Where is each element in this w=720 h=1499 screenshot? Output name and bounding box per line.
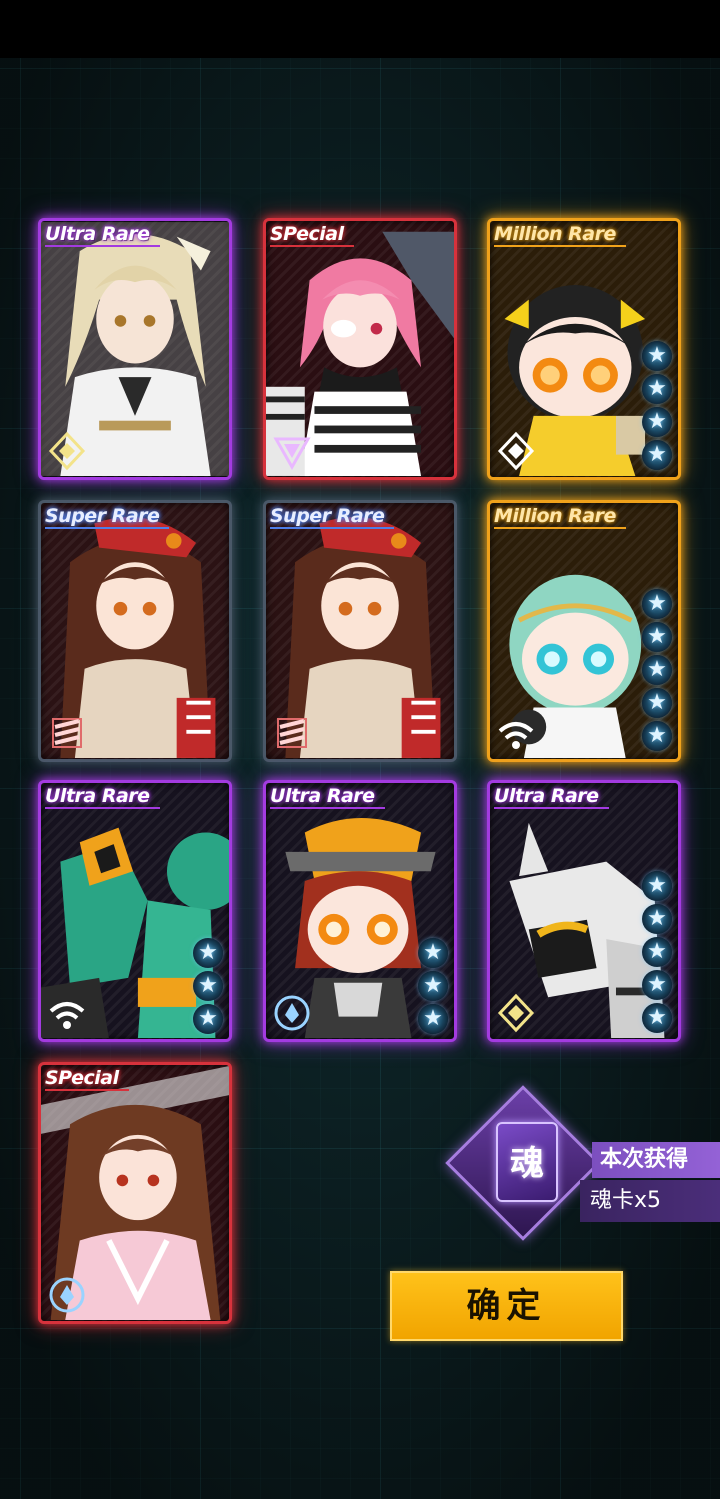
diamond-class-icon — [48, 431, 86, 471]
stripes-class-icon — [277, 718, 307, 748]
confirm-button[interactable]: 确定 — [390, 1271, 623, 1341]
rarity-label: SPecial — [45, 1067, 129, 1091]
star-icon: ★ — [193, 971, 223, 1001]
star-icon: ★ — [642, 407, 672, 437]
circle-class-icon — [274, 995, 310, 1031]
rarity-label: SPecial — [270, 223, 354, 247]
soul-card-icon: 魂 — [496, 1122, 558, 1202]
rarity-label: Super Rare — [45, 505, 170, 529]
star-rating: ★ ★ ★ — [418, 938, 448, 1034]
star-icon: ★ — [642, 341, 672, 371]
star-icon: ★ — [642, 904, 672, 934]
card-4[interactable]: Super Rare — [38, 500, 232, 762]
star-icon: ★ — [642, 688, 672, 718]
rarity-label: Ultra Rare — [45, 785, 160, 809]
signal-class-icon — [498, 722, 534, 749]
card-3[interactable]: Million Rare ★ ★ ★ ★ — [487, 218, 681, 480]
card-5[interactable]: Super Rare — [263, 500, 457, 762]
star-icon: ★ — [642, 374, 672, 404]
reward-count: 魂卡x5 — [580, 1180, 720, 1222]
signal-class-icon — [49, 1002, 85, 1029]
star-icon: ★ — [193, 1004, 223, 1034]
star-icon: ★ — [642, 589, 672, 619]
star-icon: ★ — [642, 970, 672, 1000]
rarity-label: Super Rare — [270, 505, 395, 529]
card-9[interactable]: Ultra Rare ★ ★ ★ ★ ★ — [487, 780, 681, 1042]
card-6[interactable]: Million Rare ★ ★ ★ ★ ★ — [487, 500, 681, 762]
star-icon: ★ — [642, 871, 672, 901]
card-10[interactable]: SPecial — [38, 1062, 232, 1324]
star-icon: ★ — [418, 938, 448, 968]
rarity-label: Ultra Rare — [494, 785, 609, 809]
star-rating: ★ ★ ★ ★ — [642, 341, 672, 470]
star-icon: ★ — [642, 937, 672, 967]
star-icon: ★ — [642, 1003, 672, 1033]
rarity-label: Million Rare — [494, 505, 626, 529]
star-icon: ★ — [418, 971, 448, 1001]
star-icon: ★ — [642, 655, 672, 685]
rarity-label: Million Rare — [494, 223, 626, 247]
diamond-class-icon — [497, 993, 535, 1033]
star-icon: ★ — [642, 721, 672, 751]
star-icon: ★ — [418, 1004, 448, 1034]
circle-class-icon — [49, 1277, 85, 1313]
reward-title: 本次获得 — [592, 1142, 720, 1178]
rarity-label: Ultra Rare — [45, 223, 160, 247]
star-rating: ★ ★ ★ ★ ★ — [642, 589, 672, 751]
top-status-bar — [0, 0, 720, 58]
card-8[interactable]: Ultra Rare ★ ★ ★ — [263, 780, 457, 1042]
card-1[interactable]: Ultra Rare — [38, 218, 232, 480]
reward-summary: 魂 本次获得 魂卡x5 — [445, 1085, 720, 1241]
stripes-class-icon — [52, 718, 82, 748]
card-2[interactable]: SPecial — [263, 218, 457, 480]
triangle-class-icon — [273, 437, 311, 471]
star-rating: ★ ★ ★ ★ ★ — [642, 871, 672, 1033]
card-7[interactable]: Ultra Rare ★ ★ ★ — [38, 780, 232, 1042]
star-icon: ★ — [193, 938, 223, 968]
diamond-class-icon — [497, 431, 535, 471]
star-rating: ★ ★ ★ — [193, 938, 223, 1034]
rarity-label: Ultra Rare — [270, 785, 385, 809]
star-icon: ★ — [642, 440, 672, 470]
star-icon: ★ — [642, 622, 672, 652]
